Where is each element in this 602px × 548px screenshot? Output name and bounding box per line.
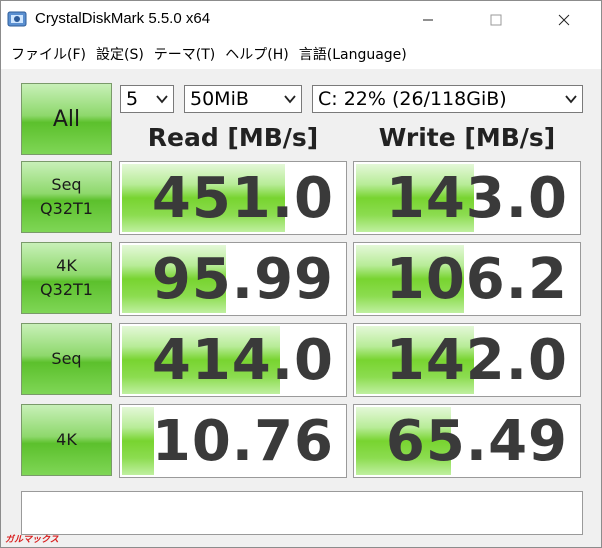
seq-button[interactable]: Seq [21,323,112,395]
seq-write-result: 142.0 [353,323,581,397]
result-value: 65.49 [385,409,568,474]
result-value: 106.2 [385,247,568,312]
drive-select[interactable]: C: 22% (26/118GiB) [312,85,583,113]
menu-language[interactable]: 言語(Language) [295,44,413,64]
seq-q32t1-read-result: 451.0 [119,161,347,235]
test-count-select[interactable]: 5 [120,85,174,113]
run-all-button[interactable]: All [21,83,112,155]
maximize-button[interactable] [473,1,519,39]
title-bar: CrystalDiskMark 5.5.0 x64 [1,1,601,39]
crystaldiskmark-app-icon [7,9,27,29]
4k-button[interactable]: 4K [21,404,112,476]
chevron-down-icon [284,95,296,104]
menu-theme[interactable]: テーマ(T) [150,44,221,64]
4k-q32t1-write-result: 106.2 [353,242,581,316]
result-value: 95.99 [151,247,334,312]
4k-write-result: 65.49 [353,404,581,478]
seq-q32t1-button[interactable]: Seq Q32T1 [21,161,112,233]
main-panel: All 5 50MiB C: 22% (26/118GiB) Read [MB/… [1,69,601,547]
menu-file[interactable]: ファイル(F) [7,44,92,64]
test-size-value: 50MiB [190,88,249,110]
4k-q32t1-read-result: 95.99 [119,242,347,316]
result-value: 451.0 [151,166,334,231]
comment-field[interactable] [21,491,583,535]
menu-help[interactable]: ヘルプ(H) [221,44,294,64]
write-column-header: Write [MB/s] [378,123,556,152]
result-value: 142.0 [385,328,568,393]
result-value: 10.76 [151,409,334,474]
result-value: 143.0 [385,166,568,231]
menu-settings[interactable]: 設定(S) [92,44,150,64]
window-title: CrystalDiskMark 5.5.0 x64 [35,10,211,27]
result-bar [122,407,154,475]
menu-bar: ファイル(F) 設定(S) テーマ(T) ヘルプ(H) 言語(Language) [1,39,601,69]
watermark-logo: ガルマックス [5,535,59,545]
drive-value: C: 22% (26/118GiB) [318,88,507,110]
chevron-down-icon [156,95,168,104]
seq-q32t1-write-result: 143.0 [353,161,581,235]
chevron-down-icon [565,95,577,104]
read-column-header: Read [MB/s] [147,123,319,152]
seq-read-result: 414.0 [119,323,347,397]
4k-read-result: 10.76 [119,404,347,478]
minimize-button[interactable] [405,1,451,39]
test-size-select[interactable]: 50MiB [184,85,302,113]
close-button[interactable] [541,1,587,39]
result-value: 414.0 [151,328,334,393]
test-count-value: 5 [126,88,139,110]
4k-q32t1-button[interactable]: 4K Q32T1 [21,242,112,314]
app-window: CrystalDiskMark 5.5.0 x64 ファイル(F) 設定(S) … [0,0,602,548]
